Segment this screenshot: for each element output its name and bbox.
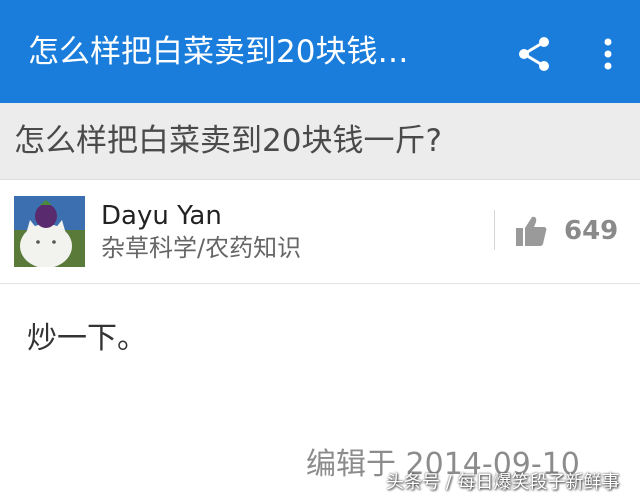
author-name[interactable]: Dayu Yan bbox=[101, 200, 222, 232]
more-vert-icon[interactable] bbox=[592, 34, 622, 74]
author-bio: 杂草科学/农药知识 bbox=[101, 234, 302, 262]
question-title[interactable]: 怎么样把白菜卖到20块钱一斤? bbox=[14, 119, 442, 163]
app-bar: 怎么样把白菜卖到20块钱… bbox=[0, 0, 640, 103]
thumbs-up-icon bbox=[514, 214, 548, 248]
share-icon[interactable] bbox=[514, 34, 554, 74]
vote-count: 649 bbox=[564, 216, 619, 246]
question-header: 怎么样把白菜卖到20块钱一斤? bbox=[0, 103, 640, 180]
vote-button[interactable]: 649 bbox=[514, 210, 624, 254]
divider bbox=[494, 210, 495, 250]
answer-text: 炒一下。 bbox=[27, 321, 147, 356]
avatar[interactable] bbox=[14, 196, 85, 267]
watermark: 头条号 / 每日爆笑段子新鲜事 bbox=[386, 472, 620, 493]
author-row: Dayu Yan 杂草科学/农药知识 649 bbox=[0, 180, 640, 284]
app-bar-title: 怎么样把白菜卖到20块钱… bbox=[28, 34, 409, 70]
